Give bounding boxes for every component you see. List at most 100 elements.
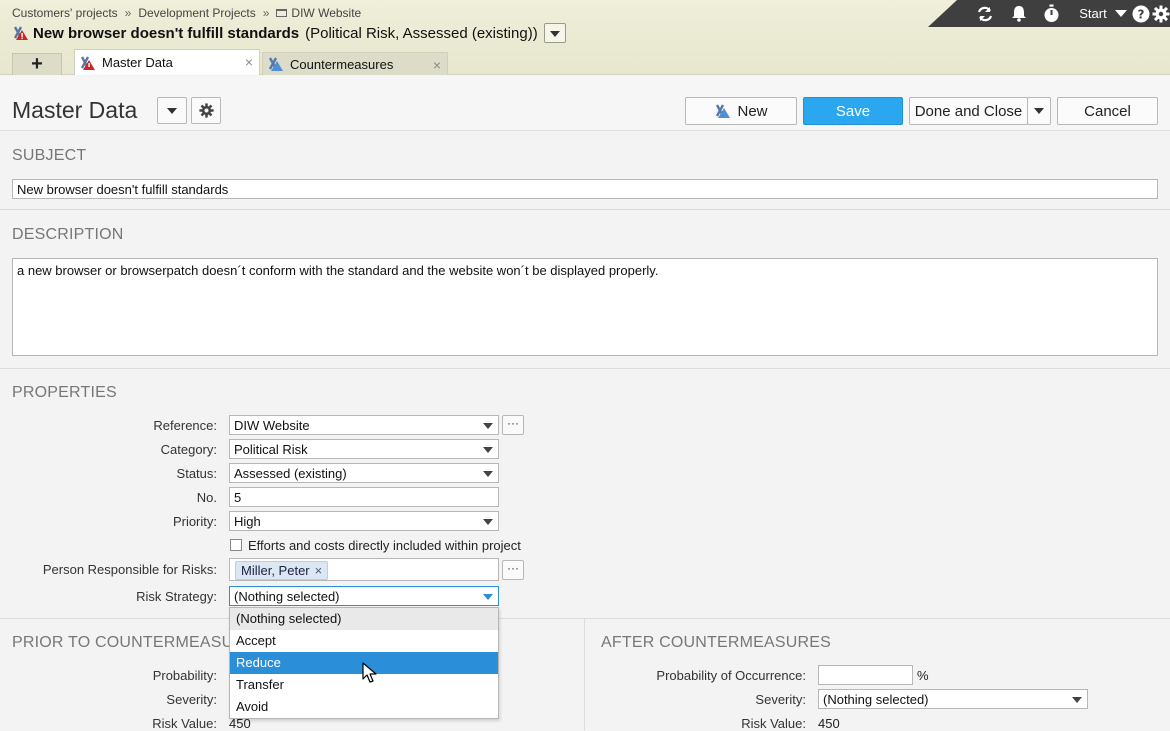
help-icon[interactable]: ? — [1131, 3, 1151, 24]
new-button-label: New — [737, 102, 768, 120]
new-button[interactable]: New — [685, 97, 797, 125]
risk-strategy-select[interactable]: (Nothing selected) — [229, 586, 499, 606]
view-dropdown-button[interactable] — [157, 97, 187, 124]
person-responsible-input[interactable]: Miller, Peter × — [229, 558, 499, 581]
subject-section-title: SUBJECT — [12, 147, 87, 164]
efforts-checkbox-label: Efforts and costs directly included with… — [248, 538, 521, 553]
new-risk-icon — [716, 104, 731, 118]
tab-label: Master Data — [102, 55, 173, 70]
chevron-down-icon — [483, 471, 493, 477]
svg-text:?: ? — [1138, 7, 1145, 21]
option-accept[interactable]: Accept — [230, 630, 498, 652]
person-browse-button[interactable]: ··· — [502, 560, 524, 580]
percent-unit: % — [917, 668, 929, 683]
tab-strip: + Master Data × Countermeasures × — [12, 49, 448, 75]
breadcrumb-diw-website[interactable]: DIW Website — [291, 6, 361, 20]
risk-icon — [80, 55, 95, 70]
breadcrumb-separator: » — [262, 6, 270, 20]
save-button[interactable]: Save — [803, 97, 903, 125]
person-responsible-label: Person Responsible for Risks: — [42, 562, 217, 577]
priority-label: Priority: — [172, 514, 217, 529]
status-label: Status: — [176, 466, 217, 481]
category-label: Category: — [160, 442, 217, 457]
chevron-down-icon — [483, 447, 493, 453]
add-tab-button[interactable]: + — [12, 53, 62, 75]
category-value: Political Risk — [234, 442, 308, 457]
gear-icon — [198, 103, 214, 118]
after-probability-label: Probability of Occurrence: — [656, 668, 806, 683]
breadcrumb-development-projects[interactable]: Development Projects — [138, 6, 255, 20]
mouse-pointer-icon — [362, 662, 377, 683]
reference-browse-button[interactable]: ··· — [502, 415, 524, 435]
close-icon[interactable]: × — [433, 57, 441, 73]
cancel-button[interactable]: Cancel — [1057, 97, 1158, 125]
after-severity-label: Severity: — [755, 692, 806, 707]
subject-section: SUBJECT New browser doesn't fulfill stan… — [0, 132, 1170, 210]
chevron-down-icon — [1034, 108, 1044, 114]
chevron-down-icon — [483, 423, 493, 429]
page-title: Master Data — [12, 97, 138, 123]
properties-section-title: PROPERTIES — [12, 384, 117, 401]
priority-value: High — [234, 514, 261, 529]
page-main-title: New browser doesn't fulfill standards — [33, 24, 300, 42]
chevron-down-icon — [1072, 697, 1082, 703]
risk-strategy-label: Risk Strategy: — [136, 589, 217, 604]
reference-value: DIW Website — [234, 418, 310, 433]
breadcrumb-separator: » — [124, 6, 132, 20]
breadcrumb: Customers' projects » Development Projec… — [12, 6, 361, 20]
prior-risk-value-label: Risk Value: — [152, 716, 217, 731]
chevron-down-icon — [483, 594, 493, 600]
stopwatch-icon[interactable] — [1041, 3, 1061, 24]
status-select[interactable]: Assessed (existing) — [229, 463, 499, 483]
reference-label: Reference: — [153, 418, 217, 433]
folder-icon — [276, 9, 288, 17]
form-toolbar: Master Data New Save Done and Close Canc… — [0, 76, 1170, 131]
tab-countermeasures[interactable]: Countermeasures × — [262, 52, 448, 75]
description-textarea[interactable]: a new browser or browserpatch doesn´t co… — [12, 258, 1158, 356]
done-and-close-dropdown-button[interactable] — [1027, 97, 1051, 125]
option-nothing-selected[interactable]: (Nothing selected) — [230, 608, 498, 630]
gear-icon[interactable] — [1152, 3, 1170, 24]
efforts-checkbox[interactable] — [230, 539, 242, 551]
breadcrumb-customers-projects[interactable]: Customers' projects — [12, 6, 118, 20]
after-probability-input[interactable] — [818, 665, 913, 685]
settings-button[interactable] — [191, 97, 221, 124]
chevron-down-icon — [483, 519, 493, 525]
title-dropdown-button[interactable] — [543, 23, 566, 43]
status-value: Assessed (existing) — [234, 466, 347, 481]
tab-master-data[interactable]: Master Data × — [74, 49, 260, 75]
chevron-down-icon — [167, 107, 177, 114]
start-menu-button[interactable]: Start — [1074, 3, 1112, 24]
after-risk-value: 450 — [818, 716, 840, 731]
option-avoid[interactable]: Avoid — [230, 696, 498, 718]
top-header: Customers' projects » Development Projec… — [0, 0, 1170, 75]
properties-section: PROPERTIES Reference: DIW Website ··· Ca… — [0, 370, 1170, 619]
subject-input[interactable]: New browser doesn't fulfill standards — [12, 179, 1158, 199]
start-chevron-down-icon[interactable] — [1114, 3, 1128, 24]
after-severity-select[interactable]: (Nothing selected) — [818, 689, 1088, 709]
reference-select[interactable]: DIW Website — [229, 415, 499, 435]
countermeasure-icon — [268, 57, 283, 71]
description-section: DESCRIPTION a new browser or browserpatc… — [0, 211, 1170, 369]
title-row: New browser doesn't fulfill standards (P… — [12, 23, 566, 43]
bell-icon[interactable] — [1009, 3, 1029, 24]
prior-severity-label: Severity: — [166, 692, 217, 707]
tab-label: Countermeasures — [290, 56, 394, 72]
done-and-close-button[interactable]: Done and Close — [909, 97, 1028, 125]
person-token[interactable]: Miller, Peter × — [235, 561, 329, 580]
category-select[interactable]: Political Risk — [229, 439, 499, 459]
number-input[interactable]: 5 — [229, 487, 499, 507]
page-sub-title: (Political Risk, Assessed (existing)) — [305, 24, 538, 42]
after-risk-value-label: Risk Value: — [741, 716, 806, 731]
refresh-icon[interactable] — [974, 3, 996, 24]
assessment-section: PRIOR TO COUNTERMEASURES Probability: Se… — [0, 620, 1170, 731]
prior-probability-label: Probability: — [152, 668, 217, 683]
risk-strategy-value: (Nothing selected) — [234, 589, 340, 604]
column-divider — [584, 619, 585, 730]
person-token-label: Miller, Peter — [241, 563, 310, 578]
close-icon[interactable]: × — [245, 54, 253, 70]
risk-icon — [13, 26, 28, 40]
priority-select[interactable]: High — [229, 511, 499, 531]
remove-token-icon[interactable]: × — [315, 563, 323, 578]
description-section-title: DESCRIPTION — [12, 226, 124, 243]
